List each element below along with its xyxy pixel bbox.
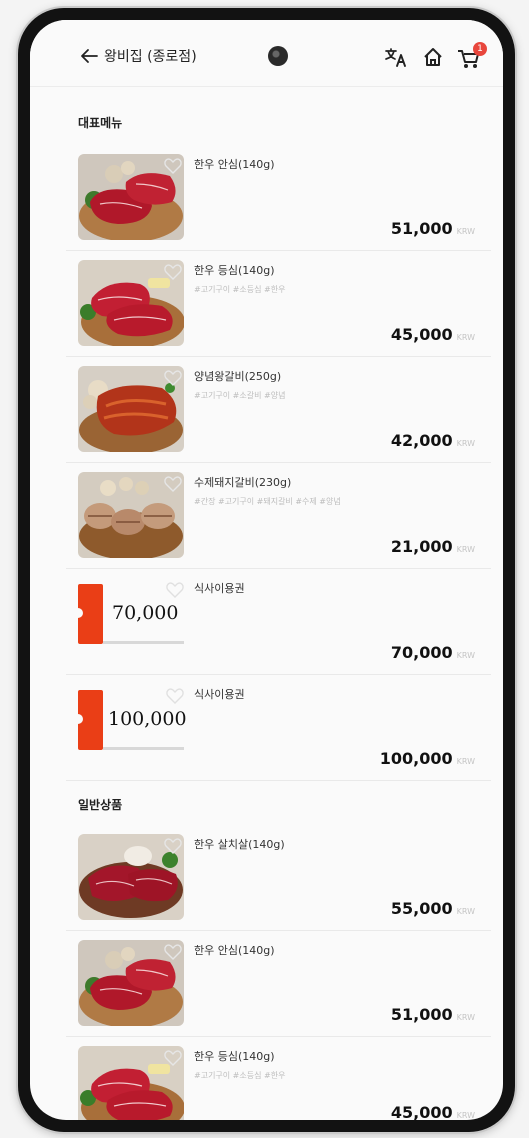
menu-item-name: 한우 등심(140g) [194,264,275,277]
price-value: 100,000 [379,749,453,768]
menu-item-photo [78,1046,184,1120]
price-currency: KRW [456,907,475,916]
menu-item-name: 식사이용권 [194,688,245,701]
menu-item-price: 21,000 KRW [391,537,475,556]
menu-item-name: 한우 안심(140g) [194,944,275,957]
price-value: 51,000 [390,1005,453,1024]
menu-item-name: 수제돼지갈비(230g) [194,476,292,489]
menu-item-tags: #고기구이 #소갈비 #양념 [194,391,286,400]
home-icon[interactable] [422,46,444,68]
section-title-general: 일반상품 [78,798,123,812]
price-value: 45,000 [390,1103,453,1120]
heart-outline-icon[interactable] [164,838,182,854]
heart-outline-icon[interactable] [164,370,182,386]
voucher-amount: 100,000 [108,708,187,730]
menu-item-name: 한우 등심(140g) [194,1050,275,1063]
menu-item-price: 45,000 KRW [391,1103,475,1120]
price-value: 42,000 [390,431,453,450]
menu-item-photo [78,940,184,1026]
price-value: 55,000 [390,899,453,918]
menu-item[interactable]: 한우 살치살(140g) 55,000 KRW [66,824,491,931]
menu-item-photo [78,834,184,920]
price-currency: KRW [456,1111,475,1120]
menu-item-tags: #간장 #고기구이 #돼지갈비 #수제 #양념 [194,497,341,506]
heart-outline-icon[interactable] [164,158,182,174]
price-value: 21,000 [390,537,453,556]
price-currency: KRW [456,439,475,448]
price-value: 70,000 [390,643,453,662]
menu-item-price: 70,000 KRW [391,643,475,662]
price-currency: KRW [456,227,475,236]
menu-item-price: 42,000 KRW [391,431,475,450]
menu-item-tags: #고기구이 #소등심 #한우 [194,285,286,294]
price-value: 51,000 [390,219,453,238]
menu-item[interactable]: 양념왕갈비(250g) #고기구이 #소갈비 #양념 42,000 KRW [66,356,491,463]
menu-item-tags: #고기구이 #소등심 #한우 [194,1071,286,1080]
section-title-featured: 대표메뉴 [78,116,123,130]
store-name: 왕비집 (종로점) [104,49,197,65]
menu-item[interactable]: 한우 안심(140g) 51,000 KRW [66,144,491,251]
price-currency: KRW [456,651,475,660]
app-screen: 왕비집 (종로점) 1 대표메뉴 한우 안심(140g) 51,000 KRW … [30,20,503,1120]
heart-outline-icon[interactable] [164,1050,182,1066]
heart-outline-icon[interactable] [164,264,182,280]
voucher-amount: 70,000 [112,602,179,624]
menu-item-photo [78,366,184,452]
price-currency: KRW [456,757,475,766]
price-currency: KRW [456,333,475,342]
menu-item-price: 45,000 KRW [391,325,475,344]
menu-item-price: 55,000 KRW [391,899,475,918]
menu-item[interactable]: 수제돼지갈비(230g) #간장 #고기구이 #돼지갈비 #수제 #양념 21,… [66,462,491,569]
price-value: 45,000 [390,325,453,344]
menu-item[interactable]: 한우 등심(140g) #고기구이 #소등심 #한우 45,000 KRW [66,1036,491,1120]
heart-outline-icon[interactable] [164,476,182,492]
menu-item-name: 양념왕갈비(250g) [194,370,282,383]
price-currency: KRW [456,545,475,554]
menu-item[interactable]: 한우 안심(140g) 51,000 KRW [66,930,491,1037]
translate-icon[interactable] [384,46,408,68]
menu-item-voucher[interactable]: 100,000 식사이용권 100,000 KRW [66,674,491,781]
phone-frame: 왕비집 (종로점) 1 대표메뉴 한우 안심(140g) 51,000 KRW … [18,8,515,1132]
top-bar: 왕비집 (종로점) 1 [30,20,503,87]
arrow-left-icon[interactable] [80,48,98,64]
heart-outline-icon[interactable] [166,688,184,704]
camera-cutout [268,46,288,66]
menu-item-name: 한우 안심(140g) [194,158,275,171]
menu-item-photo [78,472,184,558]
menu-item-price: 100,000 KRW [380,749,475,768]
cart-count-badge: 1 [473,42,487,56]
menu-item-voucher[interactable]: 70,000 식사이용권 70,000 KRW [66,568,491,675]
heart-outline-icon[interactable] [164,944,182,960]
menu-item-photo [78,154,184,240]
menu-item-name: 식사이용권 [194,582,245,595]
menu-item[interactable]: 한우 등심(140g) #고기구이 #소등심 #한우 45,000 KRW [66,250,491,357]
price-currency: KRW [456,1013,475,1022]
menu-item-price: 51,000 KRW [391,1005,475,1024]
menu-item-price: 51,000 KRW [391,219,475,238]
heart-outline-icon[interactable] [166,582,184,598]
menu-item-photo [78,260,184,346]
menu-item-name: 한우 살치살(140g) [194,838,285,851]
